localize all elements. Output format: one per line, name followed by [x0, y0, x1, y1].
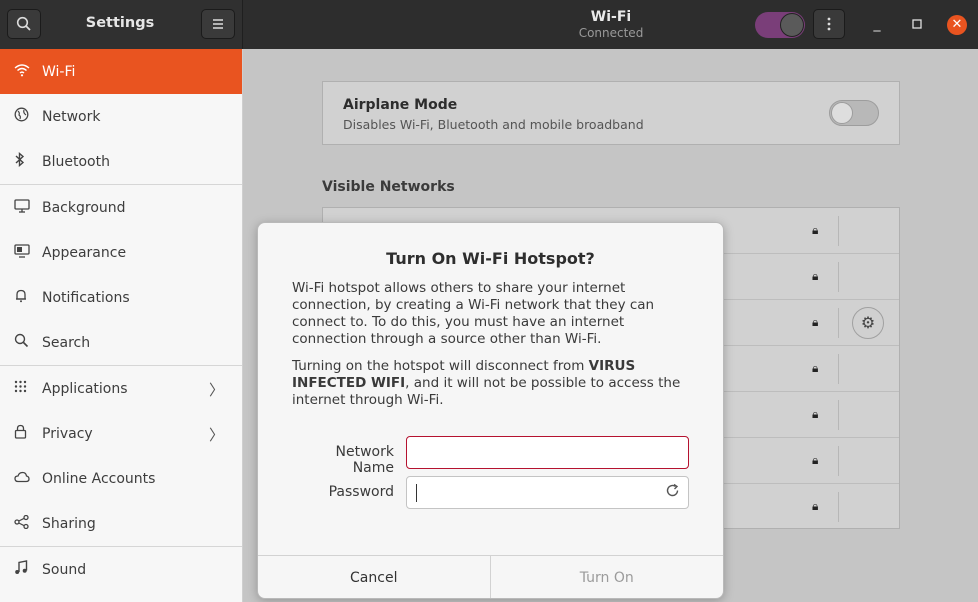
airplane-mode-title: Airplane Mode: [343, 97, 458, 113]
lock-icon: 🔒︎: [812, 361, 819, 375]
dialog-warning-text: Turning on the hotspot will disconnect f…: [292, 358, 589, 374]
row-divider: [838, 262, 839, 292]
airplane-mode-row: Airplane Mode Disables Wi-Fi, Bluetooth …: [322, 81, 900, 145]
sidebar: Wi-Fi Network Bluetooth Background Appea…: [0, 49, 243, 602]
minimize-button[interactable]: _: [867, 14, 887, 34]
sidebar-item-label: Network: [42, 108, 101, 125]
dialog-warning: Turning on the hotspot will disconnect f…: [292, 358, 692, 409]
network-name-field[interactable]: [406, 436, 689, 469]
sidebar-item-sharing[interactable]: Sharing: [0, 501, 242, 546]
lock-icon: 🔒︎: [812, 499, 819, 513]
toggle-knob: [831, 102, 853, 124]
turn-on-button[interactable]: Turn On: [491, 556, 724, 598]
apps-grid-icon: [0, 380, 42, 397]
monitor-icon: [0, 198, 42, 217]
hamburger-icon: [213, 19, 223, 29]
lock-icon: [0, 424, 42, 443]
sidebar-item-label: Sharing: [42, 515, 96, 532]
vertical-dots-icon: [827, 17, 831, 31]
text-cursor: [416, 484, 417, 502]
globe-icon: [0, 107, 42, 126]
chevron-right-icon: 〉: [208, 426, 224, 444]
sidebar-item-label: Online Accounts: [42, 470, 156, 487]
row-divider: [838, 492, 839, 522]
header-bar: Settings Wi-Fi Connected _ ✕: [0, 0, 978, 49]
lock-icon: 🔒︎: [812, 223, 819, 237]
dialog-title: Turn On Wi-Fi Hotspot?: [386, 249, 595, 268]
more-options-button[interactable]: [813, 9, 845, 39]
sidebar-item-online-accounts[interactable]: Online Accounts: [0, 456, 242, 501]
sidebar-item-label: Wi-Fi: [42, 63, 76, 80]
lock-icon: 🔒︎: [812, 453, 819, 467]
airplane-mode-subtitle: Disables Wi-Fi, Bluetooth and mobile bro…: [343, 117, 644, 132]
sidebar-item-wifi[interactable]: Wi-Fi: [0, 49, 242, 94]
row-divider: [838, 216, 839, 246]
sidebar-item-network[interactable]: Network: [0, 94, 242, 139]
sidebar-item-search[interactable]: Search: [0, 320, 242, 365]
cancel-button[interactable]: Cancel: [258, 556, 491, 598]
close-icon: ✕: [951, 17, 963, 32]
close-button[interactable]: ✕: [947, 15, 967, 35]
search-button[interactable]: [7, 9, 41, 39]
sidebar-item-label: Privacy: [42, 425, 93, 442]
wifi-icon: [0, 63, 42, 81]
menu-button[interactable]: [201, 9, 235, 39]
sidebar-item-bluetooth[interactable]: Bluetooth: [0, 139, 242, 184]
music-note-icon: [0, 560, 42, 579]
hotspot-dialog: Turn On Wi-Fi Hotspot? Wi-Fi hotspot all…: [257, 222, 724, 599]
sidebar-item-appearance[interactable]: Appearance: [0, 230, 242, 275]
sidebar-item-label: Sound: [42, 561, 87, 578]
visible-networks-title: Visible Networks: [322, 179, 455, 195]
sidebar-item-privacy[interactable]: Privacy 〉: [0, 411, 242, 456]
sidebar-item-label: Search: [42, 334, 91, 351]
page-title: Wi-Fi: [590, 9, 632, 25]
search-icon: [0, 333, 42, 352]
sidebar-item-notifications[interactable]: Notifications: [0, 275, 242, 320]
wifi-toggle[interactable]: [755, 12, 805, 38]
maximize-icon: [912, 19, 922, 29]
maximize-button[interactable]: [907, 14, 927, 34]
appearance-icon: [0, 243, 42, 262]
sidebar-item-label: Applications: [42, 380, 128, 397]
bluetooth-icon: [0, 151, 42, 171]
lock-icon: 🔒︎: [812, 315, 819, 329]
lock-icon: 🔒︎: [812, 269, 819, 283]
dialog-description: Wi-Fi hotspot allows others to share you…: [292, 280, 655, 347]
bell-icon: [0, 288, 42, 307]
header-title-block: Wi-Fi Connected: [511, 9, 711, 40]
gear-icon[interactable]: ⚙: [852, 307, 884, 339]
sidebar-item-label: Notifications: [42, 289, 130, 306]
sidebar-item-sound[interactable]: Sound: [0, 547, 242, 592]
minimize-icon: _: [873, 16, 881, 32]
sidebar-item-background[interactable]: Background: [0, 185, 242, 230]
sidebar-item-label: Bluetooth: [42, 153, 110, 170]
toggle-knob: [780, 13, 804, 37]
app-title: Settings: [85, 15, 155, 31]
share-icon: [0, 514, 42, 533]
cloud-icon: [0, 471, 42, 487]
row-divider: [838, 308, 839, 338]
search-icon: [16, 16, 31, 31]
password-field[interactable]: [406, 476, 689, 509]
lock-icon: 🔒︎: [812, 407, 819, 421]
sidebar-item-label: Appearance: [42, 244, 127, 261]
password-label: Password: [328, 484, 394, 500]
dialog-button-bar: Cancel Turn On: [258, 555, 724, 598]
chevron-right-icon: 〉: [208, 381, 224, 399]
sidebar-item-applications[interactable]: Applications 〉: [0, 366, 242, 411]
page-subtitle: Connected: [578, 26, 644, 40]
sidebar-item-label: Background: [42, 199, 126, 216]
sidebar-header: Settings: [0, 0, 243, 49]
row-divider: [838, 354, 839, 384]
network-name-label: Network Name: [335, 444, 394, 476]
airplane-mode-toggle[interactable]: [829, 100, 879, 126]
row-divider: [838, 400, 839, 430]
refresh-icon[interactable]: [665, 483, 680, 502]
row-divider: [838, 446, 839, 476]
